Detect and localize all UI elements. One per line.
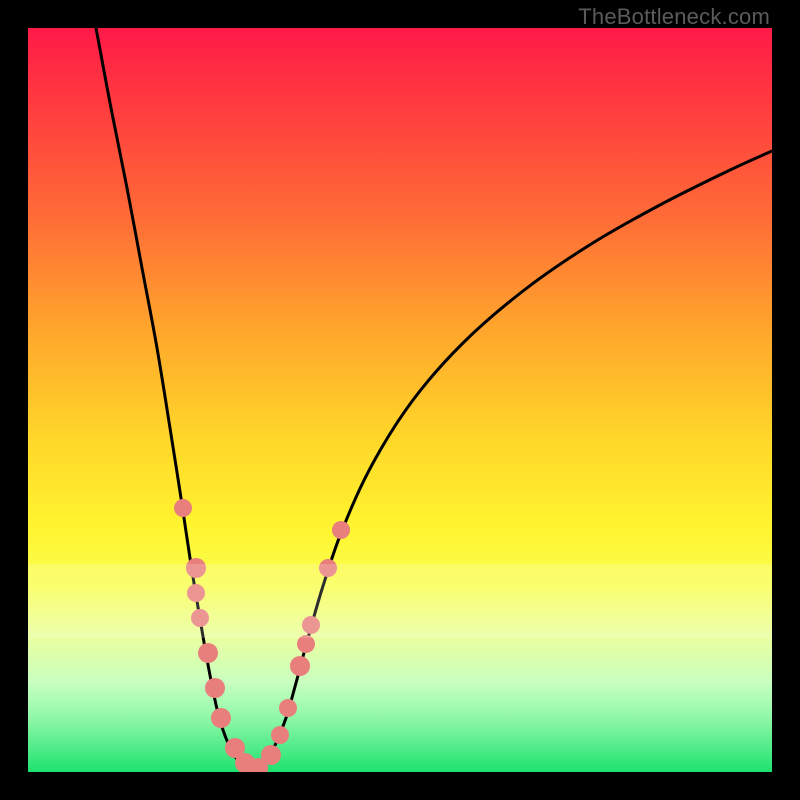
data-point: [279, 699, 297, 717]
plot-area: [28, 28, 772, 772]
data-point: [290, 656, 310, 676]
curve-layer: [28, 28, 772, 772]
data-point: [271, 726, 289, 744]
left-curve: [96, 28, 253, 771]
right-curve: [253, 151, 772, 771]
data-point: [332, 521, 350, 539]
chart-frame: TheBottleneck.com: [0, 0, 800, 800]
data-point: [198, 643, 218, 663]
watermark-text: TheBottleneck.com: [578, 4, 770, 30]
highlight-band: [28, 564, 772, 638]
data-point: [174, 499, 192, 517]
data-point: [261, 745, 281, 765]
data-point: [211, 708, 231, 728]
data-point: [205, 678, 225, 698]
